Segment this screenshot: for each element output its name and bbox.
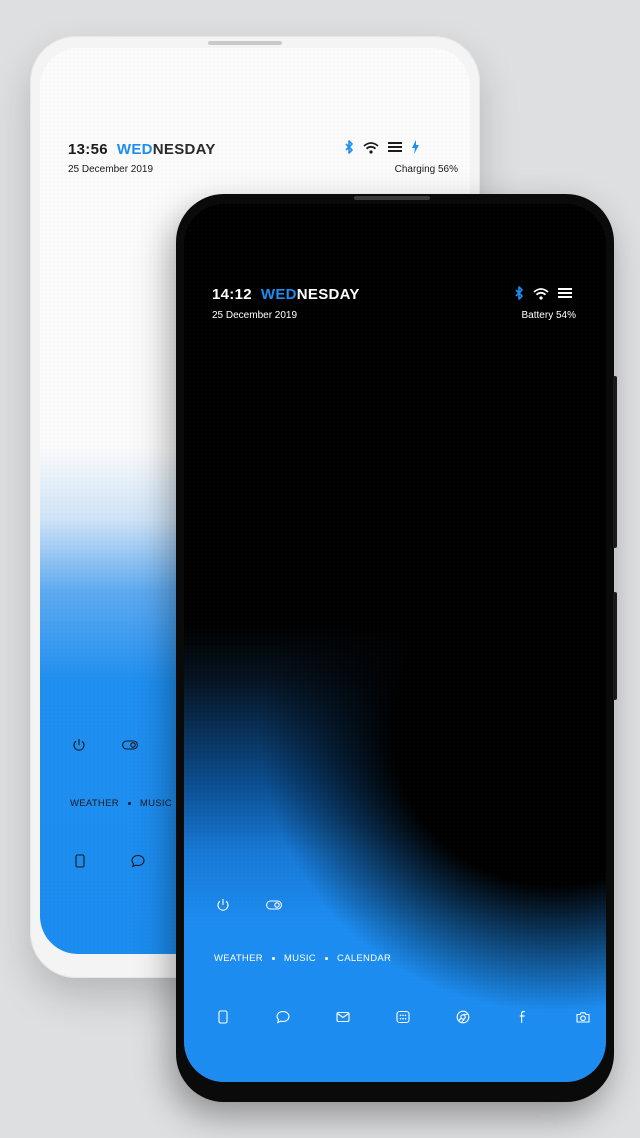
charging-icon <box>411 140 420 154</box>
menu-icon[interactable] <box>558 287 572 299</box>
quick-links: WEATHER MUSIC <box>70 798 172 809</box>
front-phone: 14:12 WEDNESDAY 25 December 2019 Battery … <box>176 194 617 1102</box>
browser-icon[interactable] <box>455 1010 471 1024</box>
link-calendar[interactable]: CALENDAR <box>337 953 391 964</box>
toggle-icon[interactable] <box>266 898 282 912</box>
link-music[interactable]: MUSIC <box>284 953 316 964</box>
dock <box>73 854 145 868</box>
mail-icon[interactable] <box>335 1010 351 1024</box>
day-rest: NESDAY <box>152 141 216 158</box>
clock: 14:12 WEDNESDAY <box>212 286 360 303</box>
power-button <box>613 592 617 700</box>
menu-icon[interactable] <box>388 141 402 153</box>
apps-icon[interactable] <box>395 1010 411 1024</box>
clock: 13:56 WEDNESDAY <box>68 141 216 158</box>
separator-dot <box>271 957 275 960</box>
chat-icon[interactable] <box>275 1010 291 1024</box>
volume-button <box>613 376 617 548</box>
widget-icons <box>72 738 138 752</box>
date: 25 December 2019 <box>212 310 298 321</box>
power-icon[interactable] <box>216 898 230 912</box>
time: 13:56 <box>68 141 108 158</box>
date: 25 December 2019 <box>68 164 154 175</box>
widget-icons <box>216 898 282 912</box>
bluetooth-icon[interactable] <box>514 286 524 300</box>
day-accent: WED <box>116 141 153 158</box>
camera-icon[interactable] <box>575 1010 591 1024</box>
day-rest: NESDAY <box>296 286 360 303</box>
quick-links: WEATHER MUSIC CALENDAR <box>214 953 391 964</box>
speaker-grille <box>354 196 430 200</box>
separator-dot <box>127 802 131 805</box>
link-weather[interactable]: WEATHER <box>214 953 263 964</box>
status-icons <box>344 140 420 154</box>
time: 14:12 <box>212 286 252 303</box>
speaker-grille <box>208 41 282 45</box>
dock <box>215 1010 591 1024</box>
status-icons <box>514 286 572 300</box>
wifi-icon[interactable] <box>533 287 549 300</box>
toggle-icon[interactable] <box>122 738 138 752</box>
phone-icon[interactable] <box>73 854 87 868</box>
link-weather[interactable]: WEATHER <box>70 798 119 809</box>
battery-status: Charging 56% <box>394 164 458 175</box>
chat-icon[interactable] <box>131 854 145 868</box>
power-icon[interactable] <box>72 738 86 752</box>
battery-status: Battery 54% <box>521 310 576 321</box>
facebook-icon[interactable] <box>515 1010 531 1024</box>
day-accent: WED <box>260 286 297 303</box>
bluetooth-icon[interactable] <box>344 140 354 154</box>
front-phone-screen: 14:12 WEDNESDAY 25 December 2019 Battery … <box>184 204 606 1082</box>
separator-dot <box>325 957 329 960</box>
phone-icon[interactable] <box>215 1010 231 1024</box>
wifi-icon[interactable] <box>363 141 379 154</box>
link-music[interactable]: MUSIC <box>140 798 172 809</box>
